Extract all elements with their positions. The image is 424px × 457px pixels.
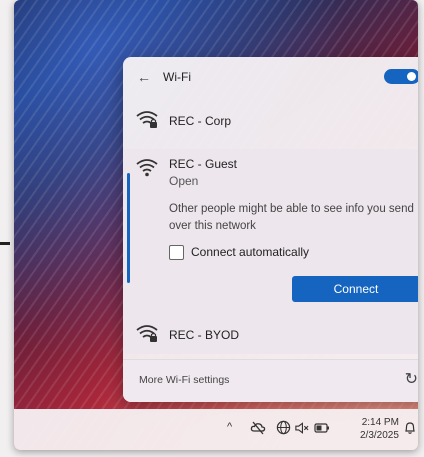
- network-item-guest[interactable]: REC - Guest Open: [123, 153, 418, 193]
- connect-automatically-label: Connect automatically: [191, 245, 310, 259]
- connect-button[interactable]: Connect: [292, 276, 418, 302]
- clock-time: 2:14 PM: [361, 417, 399, 428]
- wifi-toggle[interactable]: [384, 69, 418, 84]
- wifi-lock-icon: [136, 111, 158, 128]
- globe-network-icon[interactable]: [276, 420, 291, 435]
- taskbar: ^ 2:14 PM 2/3/2025: [14, 409, 418, 450]
- network-name: REC - BYOD: [169, 328, 240, 342]
- wifi-lock-icon: [136, 325, 158, 342]
- more-wifi-settings-link[interactable]: More Wi-Fi settings: [139, 374, 229, 386]
- flyout-header: ← Wi-Fi: [123, 57, 418, 95]
- speaker-muted-icon[interactable]: [294, 421, 309, 435]
- flyout-footer: More Wi-Fi settings ↻: [123, 359, 418, 402]
- security-warning: Other people might be able to see info y…: [169, 203, 414, 232]
- show-hidden-icons-chevron[interactable]: ^: [227, 421, 232, 433]
- system-clock[interactable]: 2:14 PM 2/3/2025: [360, 416, 399, 442]
- flyout-title: Wi-Fi: [163, 70, 191, 84]
- screen-edge-marker: [0, 242, 10, 245]
- clock-date: 2/3/2025: [360, 430, 399, 441]
- network-item-corp[interactable]: REC - Corp: [123, 103, 418, 139]
- battery-icon[interactable]: [314, 422, 330, 434]
- wifi-icon: [136, 159, 158, 177]
- refresh-icon[interactable]: ↻: [405, 369, 418, 389]
- wifi-flyout: ← Wi-Fi REC - Corp REC - Guest Open Othe…: [123, 57, 418, 402]
- network-item-byod[interactable]: REC - BYOD: [123, 317, 418, 353]
- desktop-screenshot: ← Wi-Fi REC - Corp REC - Guest Open Othe…: [14, 0, 418, 450]
- network-status: Open: [169, 174, 199, 188]
- network-name: REC - Guest: [169, 157, 238, 171]
- network-name: REC - Corp: [169, 114, 232, 128]
- cloud-sync-icon[interactable]: [250, 420, 266, 436]
- connect-automatically-checkbox[interactable]: [169, 245, 184, 260]
- back-arrow-icon[interactable]: ←: [137, 69, 151, 85]
- notification-bell-icon[interactable]: [404, 421, 416, 435]
